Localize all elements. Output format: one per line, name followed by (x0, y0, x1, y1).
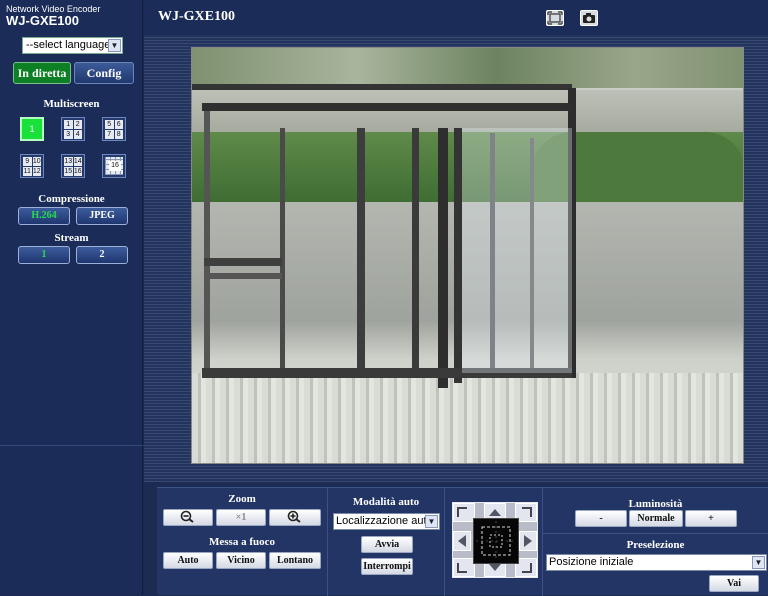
video-frame-post (438, 128, 448, 388)
ms-cell: 13 (64, 157, 73, 166)
control-panel: Zoom ×1 Messa a fuoco Auto Vicino Lontan… (157, 487, 768, 596)
multiscreen-5-8-button[interactable]: 5 6 7 8 (102, 117, 126, 141)
auto-mode-section: Modalità auto Localizzazione auto ▼ Avvi… (328, 488, 445, 596)
focus-auto-button[interactable]: Auto (163, 552, 213, 569)
zoom-label: Zoom (228, 493, 256, 505)
video-glass-panel (462, 128, 572, 373)
pan-up-left-button[interactable] (453, 503, 475, 522)
brightness-preset-section: Luminosità - Normale + Preselezione Posi… (542, 488, 768, 596)
ms-cell: 16 (73, 167, 82, 176)
preset-select[interactable]: Posizione iniziale ▼ (546, 554, 767, 571)
video-upper-glass (192, 90, 743, 132)
live-video (191, 47, 744, 464)
zoom-in-icon (286, 510, 304, 526)
language-select[interactable]: --select language-- ▼ (22, 37, 123, 54)
multiscreen-1-4-button[interactable]: 1 2 3 4 (61, 117, 85, 141)
ms-cell: 14 (73, 157, 82, 166)
multiscreen-label: Multiscreen (43, 98, 100, 110)
pan-down-left-button[interactable] (453, 558, 475, 577)
ms-cell: 4 (73, 130, 82, 139)
focus-label: Messa a fuoco (209, 536, 275, 548)
video-floor-reflection (192, 373, 743, 463)
brightness-plus-button[interactable]: + (685, 510, 737, 527)
focus-far-button[interactable]: Lontano (269, 552, 321, 569)
auto-mode-label: Modalità auto (352, 496, 420, 508)
ms-cell: 7 (105, 130, 114, 139)
video-trees (192, 48, 743, 88)
ms-cell: 1 (64, 120, 73, 129)
stream-label: Stream (54, 232, 89, 244)
multiscreen-13-16-button[interactable]: 13 14 15 16 (61, 154, 85, 178)
ptz-pad[interactable] (452, 502, 538, 578)
sidebar-divider (0, 445, 143, 446)
ms-cell: 15 (64, 167, 73, 176)
brightness-label: Luminosità (628, 498, 683, 510)
live-button[interactable]: In diretta (13, 62, 71, 84)
video-frame-post (412, 128, 419, 378)
focus-near-button[interactable]: Vicino (216, 552, 266, 569)
page-title: WJ-GXE100 (158, 9, 235, 24)
ms-cell: 12 (32, 167, 41, 176)
ms-cell: 3 (64, 130, 73, 139)
multiscreen-9-12-button[interactable]: 9 10 11 12 (20, 154, 44, 178)
ms-cell: 8 (114, 130, 123, 139)
grid-16-icon: 16 (105, 157, 123, 175)
sidebar: Network Video Encoder WJ-GXE100 --select… (0, 0, 143, 595)
auto-mode-select-value: Localizzazione auto (336, 515, 433, 527)
pan-right-button[interactable] (519, 531, 537, 551)
brightness-minus-button[interactable]: - (575, 510, 627, 527)
video-frame-post (204, 108, 210, 378)
stream-2-button[interactable]: 2 (76, 246, 128, 264)
ms-cell: 11 (23, 167, 32, 176)
section-divider (543, 533, 768, 534)
ms-cell: 2 (73, 120, 82, 129)
preset-go-button[interactable]: Vai (709, 575, 759, 592)
chevron-down-icon: ▼ (108, 39, 121, 52)
video-bench (204, 273, 282, 279)
multiscreen-16-button[interactable]: 16 (102, 154, 126, 178)
brand: Network Video Encoder WJ-GXE100 (6, 4, 100, 28)
multiscreen-1-button[interactable]: 1 (20, 117, 44, 141)
config-button[interactable]: Config (74, 62, 134, 84)
video-bench (204, 258, 282, 266)
brightness-normal-button[interactable]: Normale (629, 510, 683, 527)
zoom-out-icon (179, 510, 197, 526)
preset-select-value: Posizione iniziale (549, 556, 634, 568)
ms-cell: 9 (23, 157, 32, 166)
zoom-out-button[interactable] (163, 509, 213, 526)
preset-label: Preselezione (626, 539, 685, 551)
language-select-value: --select language-- (26, 39, 118, 51)
compression-jpeg-button[interactable]: JPEG (76, 207, 128, 225)
stream-1-button[interactable]: 1 (18, 246, 70, 264)
video-frame-post (454, 128, 462, 383)
auto-mode-select[interactable]: Localizzazione auto ▼ (333, 513, 440, 530)
compression-h264-button[interactable]: H.264 (18, 207, 70, 225)
compression-label: Compressione (38, 193, 105, 205)
ms-cell: 10 (32, 157, 41, 166)
auto-stop-button[interactable]: Interrompi (361, 558, 413, 575)
video-frame-post (357, 128, 365, 378)
zoom-focus-section: Zoom ×1 Messa a fuoco Auto Vicino Lontan… (157, 488, 328, 596)
ms-cell: 6 (114, 120, 123, 129)
chevron-down-icon: ▼ (752, 556, 765, 569)
ms-cell: 5 (105, 120, 114, 129)
video-frame-post (280, 128, 285, 368)
ms-cell: 16 (109, 161, 121, 171)
zoom-1x-button[interactable]: ×1 (216, 509, 266, 526)
multiscreen-1-label: 1 (29, 124, 35, 134)
auto-start-button[interactable]: Avvia (361, 536, 413, 553)
fullscreen-icon[interactable] (546, 10, 564, 26)
chevron-down-icon: ▼ (425, 515, 438, 528)
snapshot-camera-icon[interactable] (580, 10, 598, 26)
zoom-in-button[interactable] (269, 509, 321, 526)
brand-model: WJ-GXE100 (6, 13, 79, 28)
ptz-center-target-icon[interactable] (473, 518, 519, 564)
video-door-rail (202, 103, 572, 111)
header: WJ-GXE100 (144, 0, 768, 35)
pan-left-button[interactable] (453, 531, 471, 551)
